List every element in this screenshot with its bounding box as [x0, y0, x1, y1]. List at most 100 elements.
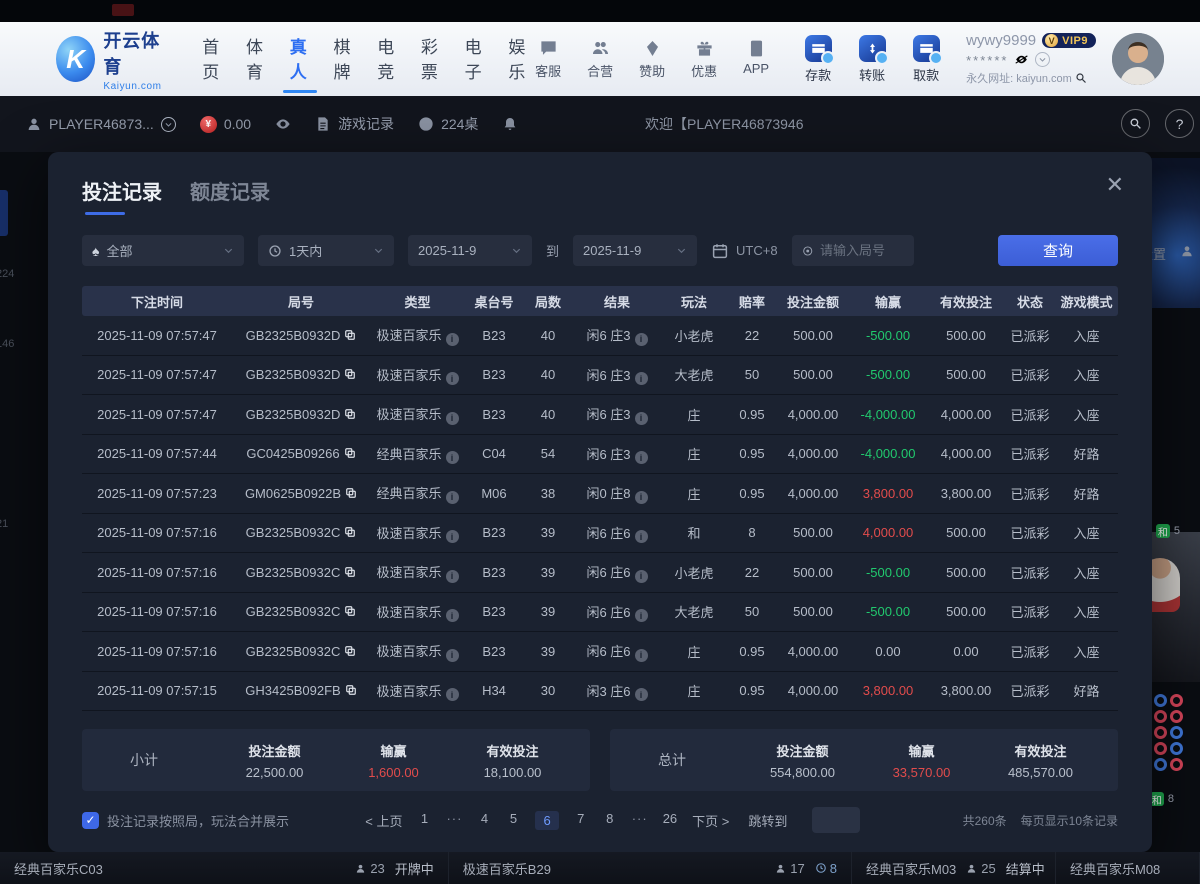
nav-item-live[interactable]: 真人	[290, 25, 310, 93]
nav-item-home[interactable]: 首页	[202, 25, 222, 93]
info-icon[interactable]: i	[446, 570, 459, 583]
copy-icon[interactable]	[345, 487, 357, 499]
live-table-tile[interactable]: 经典百家乐M03 25 结算中	[852, 852, 1056, 884]
copy-icon[interactable]	[344, 447, 356, 459]
info-icon[interactable]: i	[446, 609, 459, 622]
copy-icon[interactable]	[344, 645, 356, 657]
info-icon[interactable]: i	[635, 570, 648, 583]
copy-icon[interactable]	[345, 684, 357, 696]
table-row[interactable]: 2025-11-09 07:57:47 GB2325B0932D 极速百家乐i …	[82, 356, 1118, 396]
prev-page-button[interactable]: < 上页	[365, 811, 402, 830]
live-table-tile[interactable]: 经典百家乐C03 23 开牌中	[0, 852, 449, 884]
eye-off-icon[interactable]	[1014, 52, 1029, 67]
jump-page-input[interactable]	[812, 807, 860, 833]
next-page-button[interactable]: 下页 >	[692, 811, 729, 830]
notifications-button[interactable]	[502, 116, 518, 132]
chevron-down-icon[interactable]	[1035, 52, 1050, 67]
quicklink-sponsor[interactable]: 赞助	[632, 39, 672, 80]
nav-item-sports[interactable]: 体育	[246, 25, 266, 93]
quicklink-app[interactable]: APP	[736, 39, 776, 80]
page-button-26[interactable]: 26	[663, 811, 677, 830]
merge-checkbox[interactable]: ✓	[82, 812, 99, 829]
copy-icon[interactable]	[344, 408, 356, 420]
game-record-link[interactable]: 游戏记录	[315, 114, 394, 134]
date-to-picker[interactable]: 2025-11-9	[573, 235, 697, 266]
table-row[interactable]: 2025-11-09 07:57:16 GB2325B0932C 极速百家乐i …	[82, 514, 1118, 554]
info-icon[interactable]: i	[635, 372, 648, 385]
avatar[interactable]	[1112, 33, 1164, 85]
cell-bet-time: 2025-11-09 07:57:23	[82, 486, 232, 501]
query-button[interactable]: 查询	[998, 235, 1118, 266]
table-row[interactable]: 2025-11-09 07:57:47 GB2325B0932D 极速百家乐i …	[82, 395, 1118, 435]
cell-game-type: 极速百家乐i	[370, 325, 465, 346]
page-button-4[interactable]: 4	[477, 811, 491, 830]
copy-icon[interactable]	[344, 566, 356, 578]
balance-display[interactable]: ¥ 0.00	[200, 116, 251, 133]
page-button-7[interactable]: 7	[574, 811, 588, 830]
info-icon[interactable]: i	[635, 333, 648, 346]
table-row[interactable]: 2025-11-09 07:57:15 GH3425B092FB 极速百家乐i …	[82, 672, 1118, 712]
table-row[interactable]: 2025-11-09 07:57:47 GB2325B0932D 极速百家乐i …	[82, 316, 1118, 356]
wallet-deposit-button[interactable]: 存款	[798, 35, 838, 84]
wallet-withdraw-button[interactable]: 取款	[906, 35, 946, 84]
nav-item-board[interactable]: 棋牌	[333, 25, 353, 93]
round-search-input[interactable]	[820, 243, 904, 258]
nav-item-lottery[interactable]: 彩票	[421, 25, 441, 93]
info-icon[interactable]: i	[446, 412, 459, 425]
info-icon[interactable]: i	[635, 609, 648, 622]
table-row[interactable]: 2025-11-09 07:57:44 GC0425B09266 经典百家乐i …	[82, 435, 1118, 475]
cell-game-type: 极速百家乐i	[370, 404, 465, 425]
help-button[interactable]: ?	[1165, 109, 1194, 138]
nav-item-fun[interactable]: 娱乐	[508, 25, 528, 93]
tab-bet-records[interactable]: 投注记录	[82, 176, 162, 215]
info-icon[interactable]: i	[635, 649, 648, 662]
info-icon[interactable]: i	[635, 451, 648, 464]
chevron-down-icon[interactable]	[161, 117, 176, 132]
table-row[interactable]: 2025-11-09 07:57:16 GB2325B0932C 极速百家乐i …	[82, 553, 1118, 593]
page-button-6[interactable]: 6	[535, 811, 558, 830]
nav-item-esports[interactable]: 电竞	[377, 25, 397, 93]
copy-icon[interactable]	[344, 368, 356, 380]
quicklink-promo[interactable]: 优惠	[684, 39, 724, 80]
magnifier-icon[interactable]	[1075, 72, 1087, 84]
table-row[interactable]: 2025-11-09 07:57:23 GM0625B0922B 经典百家乐i …	[82, 474, 1118, 514]
info-icon[interactable]: i	[446, 333, 459, 346]
info-icon[interactable]: i	[446, 688, 459, 701]
page-button-5[interactable]: 5	[506, 811, 520, 830]
info-icon[interactable]: i	[446, 649, 459, 662]
info-icon[interactable]: i	[446, 372, 459, 385]
player-menu[interactable]: PLAYER46873...	[26, 116, 176, 132]
game-type-select[interactable]: ♠ 全部	[82, 235, 244, 266]
live-table-tile[interactable]: 极速百家乐B29 17 8	[449, 852, 852, 884]
quicklink-partner[interactable]: 合营	[580, 39, 620, 80]
info-icon[interactable]: i	[446, 451, 459, 464]
info-icon[interactable]: i	[635, 491, 648, 504]
close-icon[interactable]: ✕	[1106, 174, 1124, 196]
live-table-tile[interactable]: 经典百家乐M08	[1056, 852, 1200, 884]
cell-round-id: GB2325B0932D	[232, 407, 370, 422]
zoom-search-button[interactable]	[1121, 109, 1150, 138]
copy-icon[interactable]	[344, 526, 356, 538]
info-icon[interactable]: i	[635, 412, 648, 425]
wallet-transfer-button[interactable]: 转账	[852, 35, 892, 84]
timezone-display[interactable]: UTC+8	[711, 242, 778, 260]
info-icon[interactable]: i	[446, 491, 459, 504]
time-range-select[interactable]: 1天内	[258, 235, 394, 266]
date-from-picker[interactable]: 2025-11-9	[408, 235, 532, 266]
copy-icon[interactable]	[344, 605, 356, 617]
page-button-8[interactable]: 8	[603, 811, 617, 830]
tile-name: 经典百家乐M03	[866, 859, 956, 878]
copy-icon[interactable]	[344, 329, 356, 341]
quicklink-service[interactable]: 客服	[528, 39, 568, 80]
table-count-link[interactable]: 224桌	[418, 114, 478, 134]
info-icon[interactable]: i	[446, 530, 459, 543]
table-row[interactable]: 2025-11-09 07:57:16 GB2325B0932C 极速百家乐i …	[82, 632, 1118, 672]
nav-item-slots[interactable]: 电子	[465, 25, 485, 93]
info-icon[interactable]: i	[635, 530, 648, 543]
page-button-1[interactable]: 1	[417, 811, 431, 830]
toggle-balance-visibility[interactable]	[275, 116, 291, 132]
tab-quota-records[interactable]: 额度记录	[190, 176, 270, 215]
info-icon[interactable]: i	[635, 688, 648, 701]
kaiyun-logo[interactable]: K 开云体育 Kaiyun.com	[56, 27, 168, 92]
table-row[interactable]: 2025-11-09 07:57:16 GB2325B0932C 极速百家乐i …	[82, 593, 1118, 633]
